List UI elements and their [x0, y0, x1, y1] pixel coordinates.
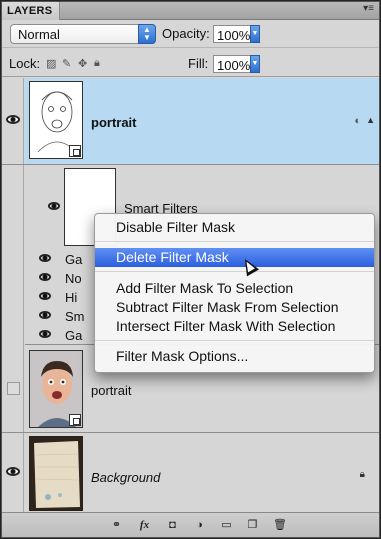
lock-transparent-icon[interactable]: ▨: [46, 57, 56, 70]
menu-separator: [95, 340, 374, 341]
menu-item-delete-filter-mask[interactable]: Delete Filter Mask: [95, 248, 374, 267]
link-layers-icon[interactable]: ⚭: [110, 519, 123, 532]
layer-name[interactable]: Background: [91, 470, 160, 485]
panel-tab-bar: LAYERS ▾≡: [2, 2, 379, 20]
visibility-eye-icon[interactable]: [6, 115, 20, 124]
filter-name: Ga: [65, 328, 83, 343]
opacity-dropdown-icon[interactable]: ▼: [250, 25, 260, 43]
smart-object-badge-icon: [69, 414, 81, 426]
visibility-eye-icon[interactable]: [39, 273, 51, 281]
menu-item-disable-filter-mask[interactable]: Disable Filter Mask: [95, 218, 374, 237]
menu-item-add-to-selection[interactable]: Add Filter Mask To Selection: [95, 279, 374, 298]
filter-name: Ga: [65, 252, 83, 267]
layer-body: portrait ◐ ▲: [25, 78, 379, 164]
menu-item-subtract-from-selection[interactable]: Subtract Filter Mask From Selection: [95, 298, 374, 317]
lock-image-brush-icon[interactable]: ✎: [62, 57, 71, 70]
layer-thumbnail-photo: [29, 350, 83, 428]
lock-position-move-icon[interactable]: ✥: [78, 57, 87, 70]
layer-body: Background 🔒︎: [25, 433, 379, 513]
visibility-eye-icon[interactable]: [48, 202, 60, 210]
menu-item-intersect-with-selection[interactable]: Intersect Filter Mask With Selection: [95, 317, 374, 336]
opacity-field[interactable]: 100%: [213, 25, 251, 43]
fx-styles-icon[interactable]: fx: [138, 519, 151, 532]
fill-dropdown-icon[interactable]: ▼: [250, 55, 260, 73]
trash-icon[interactable]: 🗑︎: [273, 519, 287, 532]
layers-bottom-bar: ⚭ fx ◘ ◑ ▭ ❐ 🗑︎: [2, 512, 379, 537]
grunge-paper-icon: [30, 437, 82, 510]
blend-mode-select[interactable]: Normal ▲ ▼: [10, 24, 156, 44]
filter-name: Hi: [65, 290, 78, 305]
visibility-eye-icon[interactable]: [6, 467, 20, 476]
lock-all-icon[interactable]: 🔒︎: [94, 57, 100, 70]
menu-separator: [95, 271, 374, 272]
menu-separator: [95, 241, 374, 242]
filter-mask-context-menu: Disable Filter Mask Delete Filter Mask A…: [94, 213, 375, 373]
panel-menu-icon[interactable]: ▾≡: [363, 3, 374, 14]
menu-item-filter-mask-options[interactable]: Filter Mask Options...: [95, 347, 374, 366]
fill-field[interactable]: 100%: [213, 55, 251, 73]
new-group-folder-icon[interactable]: ▭: [220, 519, 233, 532]
layer-name[interactable]: portrait: [91, 383, 131, 398]
blend-options-row: Normal ▲ ▼ Opacity: 100% ▼: [2, 20, 379, 48]
fill-label: Fill:: [188, 56, 209, 71]
visibility-eye-icon[interactable]: [39, 311, 51, 319]
smart-filters-indicator-icon[interactable]: ◐: [354, 115, 361, 127]
layer-thumbnail-paper: [29, 436, 83, 511]
lock-label: Lock:: [9, 56, 41, 71]
blend-mode-value: Normal: [18, 27, 60, 42]
opacity-label: Opacity:: [162, 26, 210, 41]
visibility-toggle-off[interactable]: [7, 382, 20, 395]
lock-icon: 🔒︎: [359, 469, 365, 480]
layer-row-portrait-smart[interactable]: portrait ◐ ▲: [2, 78, 379, 165]
chevron-updown-icon[interactable]: ▲ ▼: [138, 24, 156, 44]
smart-object-badge-icon: [69, 145, 81, 157]
tab-layers[interactable]: LAYERS: [2, 2, 60, 20]
layer-row-background[interactable]: Background 🔒︎: [2, 433, 379, 513]
add-mask-icon[interactable]: ◘: [166, 519, 179, 532]
expand-triangle-icon[interactable]: ▲: [366, 115, 375, 125]
visibility-eye-icon[interactable]: [39, 254, 51, 262]
new-layer-icon[interactable]: ❐: [246, 519, 259, 532]
filter-name: Sm: [65, 309, 85, 324]
visibility-eye-icon[interactable]: [39, 330, 51, 338]
layer-name[interactable]: portrait: [91, 115, 137, 130]
lock-fill-row: Lock: ▨ ✎ ✥ 🔒︎ Fill: 100% ▼: [2, 49, 379, 77]
visibility-eye-icon[interactable]: [39, 292, 51, 300]
adjustment-layer-icon[interactable]: ◑: [193, 519, 206, 532]
filter-name: No: [65, 271, 82, 286]
layer-thumbnail-sketch: [29, 81, 83, 159]
